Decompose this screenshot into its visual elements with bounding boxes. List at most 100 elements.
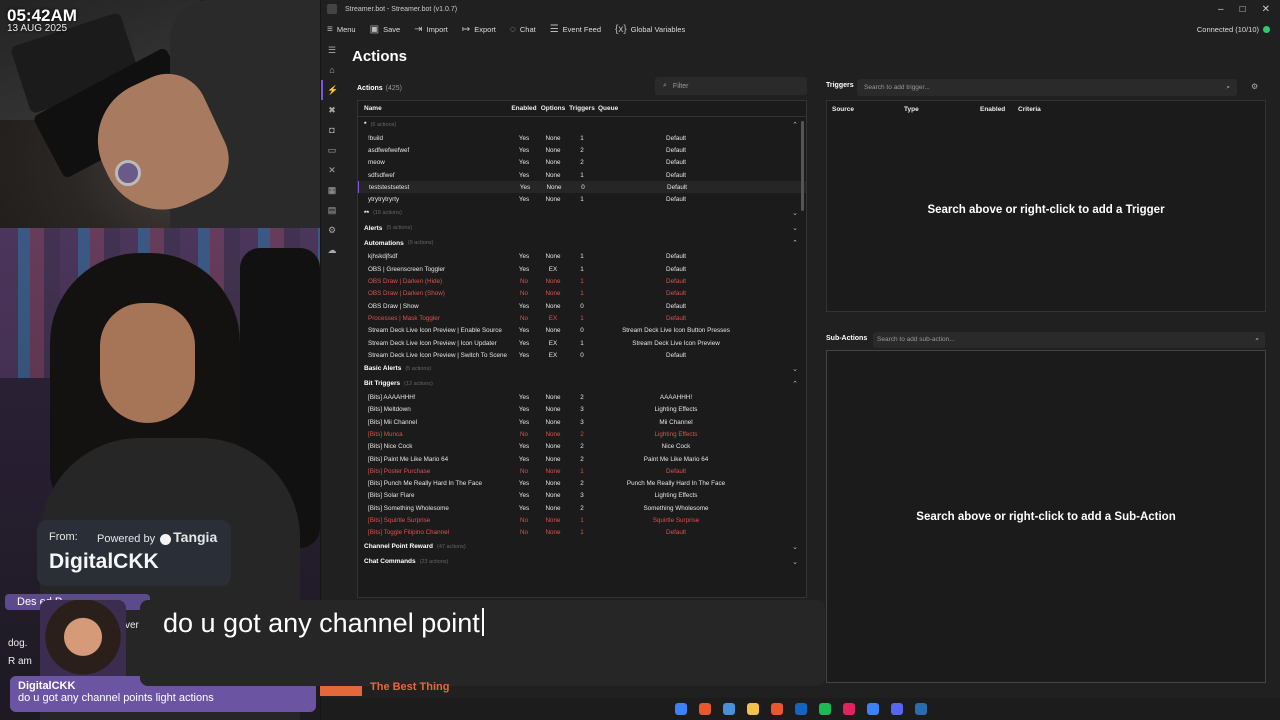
action-name: asdfwefwefwef	[368, 146, 410, 154]
chevron-icon[interactable]: ⌄	[792, 224, 798, 232]
taskbar-app-icon[interactable]	[890, 703, 903, 715]
col-source[interactable]: Source	[832, 106, 904, 113]
table-row[interactable]: Stream Deck Live Icon Preview | Switch T…	[358, 349, 806, 361]
chevron-icon[interactable]: ⌃	[792, 239, 798, 247]
table-row[interactable]: OBS Draw | Darken (Show) No None 1 Default	[358, 288, 806, 300]
maximize-icon[interactable]: □	[1240, 4, 1246, 15]
sidebar-list-icon[interactable]: ▤	[321, 200, 343, 220]
table-row[interactable]: [Bits] Munca No None 2 Lighting Effects	[358, 428, 806, 440]
action-group[interactable]: Basic Alerts (5 actions) ⌄	[358, 361, 806, 376]
menu-item-chat[interactable]: ◌ Chat	[510, 24, 536, 35]
taskbar-app-icon[interactable]	[914, 703, 927, 715]
taskbar-app-icon[interactable]	[698, 703, 711, 715]
table-row[interactable]: Processes | Mask Toggler No EX 1 Default	[358, 312, 806, 324]
table-row[interactable]: OBS Draw | Darken (Hide) No None 1 Default	[358, 275, 806, 287]
action-options: None	[545, 394, 561, 402]
taskbar-app-icon[interactable]	[818, 703, 831, 715]
action-options: None	[545, 467, 561, 475]
taskbar-app-icon[interactable]	[746, 703, 759, 715]
table-row[interactable]: [Bits] Punch Me Really Hard In The Face Y…	[358, 478, 806, 490]
scrollbar[interactable]	[801, 121, 804, 211]
trigger-search-input[interactable]: Search to add trigger... ⌕	[857, 79, 1237, 96]
table-row[interactable]: teststestsetest Yes None 0 Default	[358, 181, 806, 194]
taskbar-app-icon[interactable]	[722, 703, 735, 715]
sidebar-tools-icon[interactable]: ✖	[321, 100, 343, 120]
connection-status[interactable]: Connected (10/10)	[1197, 25, 1280, 34]
taskbar-app-icon[interactable]	[770, 703, 783, 715]
menu-item-export[interactable]: ↦ Export	[462, 24, 496, 35]
col-queue[interactable]: Queue	[596, 105, 756, 112]
action-group[interactable]: Chat Commands (23 actions) ⌄	[358, 554, 806, 569]
col-type[interactable]: Type	[904, 106, 980, 113]
chevron-icon[interactable]: ⌄	[792, 209, 798, 217]
menu-item-event-feed[interactable]: ☰ Event Feed	[550, 24, 601, 35]
sidebar-misc-icon[interactable]: ☁	[321, 240, 343, 260]
close-icon[interactable]: ✕	[1262, 4, 1270, 15]
sidebar-menu-icon[interactable]: ☰	[321, 40, 343, 60]
sidebar-grid-icon[interactable]: ▦	[321, 180, 343, 200]
col-criteria[interactable]: Criteria	[1018, 106, 1041, 113]
settings-icon[interactable]: ⚙	[1251, 82, 1258, 91]
taskbar-app-icon[interactable]	[842, 703, 855, 715]
action-group[interactable]: Automations (9 actions) ⌃	[358, 236, 806, 251]
action-triggers: 1	[580, 278, 584, 286]
sidebar-integrations-icon[interactable]: ✕	[321, 160, 343, 180]
table-row[interactable]: Stream Deck Live Icon Preview | Icon Upd…	[358, 337, 806, 349]
subaction-search-input[interactable]: Search to add sub-action... ⌕	[873, 332, 1265, 348]
table-row[interactable]: Stream Deck Live Icon Preview | Enable S…	[358, 325, 806, 337]
col-triggers[interactable]: Triggers	[568, 105, 596, 112]
col-options[interactable]: Options	[538, 105, 568, 112]
action-group[interactable]: Bit Triggers (12 actions) ⌃	[358, 376, 806, 391]
sidebar-video-icon[interactable]: ▭	[321, 140, 343, 160]
chevron-icon[interactable]: ⌃	[792, 121, 798, 129]
watch	[115, 160, 141, 186]
action-group[interactable]: ** (15 actions) ⌄	[358, 206, 806, 221]
sidebar-actions-icon[interactable]: ⚡	[321, 80, 343, 100]
chevron-icon[interactable]: ⌄	[792, 365, 798, 373]
col-enabled[interactable]: Enabled	[980, 106, 1018, 113]
table-row[interactable]: sdfsdfwef Yes None 1 Default	[358, 169, 806, 181]
table-row[interactable]: ytrytrytryrty Yes None 1 Default	[358, 193, 806, 205]
chevron-icon[interactable]: ⌃	[792, 380, 798, 388]
menu-item-save[interactable]: ▣ Save	[370, 24, 401, 35]
sidebar-chat-icon[interactable]: ◘	[321, 120, 343, 140]
action-enabled: Yes	[518, 504, 530, 512]
table-row[interactable]: !build Yes None 1 Default	[358, 132, 806, 144]
table-row[interactable]: meow Yes None 2 Default	[358, 157, 806, 169]
chevron-icon[interactable]: ⌄	[792, 543, 798, 551]
table-row[interactable]: [Bits] Toggle Filipino Channel No None 1 Def…	[358, 527, 806, 539]
col-name[interactable]: Name	[358, 105, 510, 112]
action-name: [Bits] Mii Channel	[368, 418, 417, 426]
table-row[interactable]: [Bits] Something Wholesome Yes None 2 Someth…	[358, 502, 806, 514]
table-row[interactable]: [Bits] Solar Flare Yes None 3 Lighting Effec…	[358, 490, 806, 502]
menu-item-menu[interactable]: ≡ Menu	[327, 24, 356, 35]
action-group[interactable]: Channel Point Reward (47 actions) ⌄	[358, 539, 806, 554]
table-row[interactable]: [Bits] Mii Channel Yes None 3 Mii Channel	[358, 416, 806, 428]
menu-item-global-variables[interactable]: {x} Global Variables	[615, 24, 685, 35]
action-enabled: Yes	[518, 351, 530, 359]
table-row[interactable]: [Bits] Squirtle Surprise No None 1 Squirtle …	[358, 514, 806, 526]
chevron-icon[interactable]: ⌄	[792, 558, 798, 566]
table-row[interactable]: kjhskdjfsdf Yes None 1 Default	[358, 251, 806, 263]
taskbar-app-icon[interactable]	[674, 703, 687, 715]
col-enabled[interactable]: Enabled	[510, 105, 538, 112]
menu-item-import[interactable]: ⇥ Import	[414, 24, 448, 35]
action-queue: Default	[666, 351, 686, 359]
table-row[interactable]: OBS Draw | Show Yes None 0 Default	[358, 300, 806, 312]
table-row[interactable]: asdfwefwefwef Yes None 2 Default	[358, 144, 806, 156]
table-row[interactable]: [Bits] Poster Purchase No None 1 Default	[358, 465, 806, 477]
group-count: (23 actions)	[419, 558, 449, 565]
table-row[interactable]: [Bits] Paint Me Like Mario 64 Yes None 2 Pai…	[358, 453, 806, 465]
table-row[interactable]: [Bits] Meltdown Yes None 3 Lighting Effects	[358, 404, 806, 416]
taskbar-app-icon[interactable]	[794, 703, 807, 715]
taskbar-app-icon[interactable]	[866, 703, 879, 715]
table-row[interactable]: [Bits] Nice Cock Yes None 2 Nice Cock	[358, 441, 806, 453]
action-group[interactable]: Alerts (5 actions) ⌄	[358, 221, 806, 236]
sidebar-servers-icon[interactable]: ⚙	[321, 220, 343, 240]
action-group[interactable]: * (6 actions) ⌃	[358, 117, 806, 132]
table-row[interactable]: [Bits] AAAAHHH! Yes None 2 AAAAHHH!	[358, 391, 806, 403]
sidebar-home-icon[interactable]: ⌂	[321, 60, 343, 80]
actions-filter-input[interactable]: ⌕ Filter	[655, 77, 807, 95]
table-row[interactable]: OBS | Greenscreen Toggler Yes EX 1 Default	[358, 263, 806, 275]
minimize-icon[interactable]: –	[1218, 4, 1224, 15]
